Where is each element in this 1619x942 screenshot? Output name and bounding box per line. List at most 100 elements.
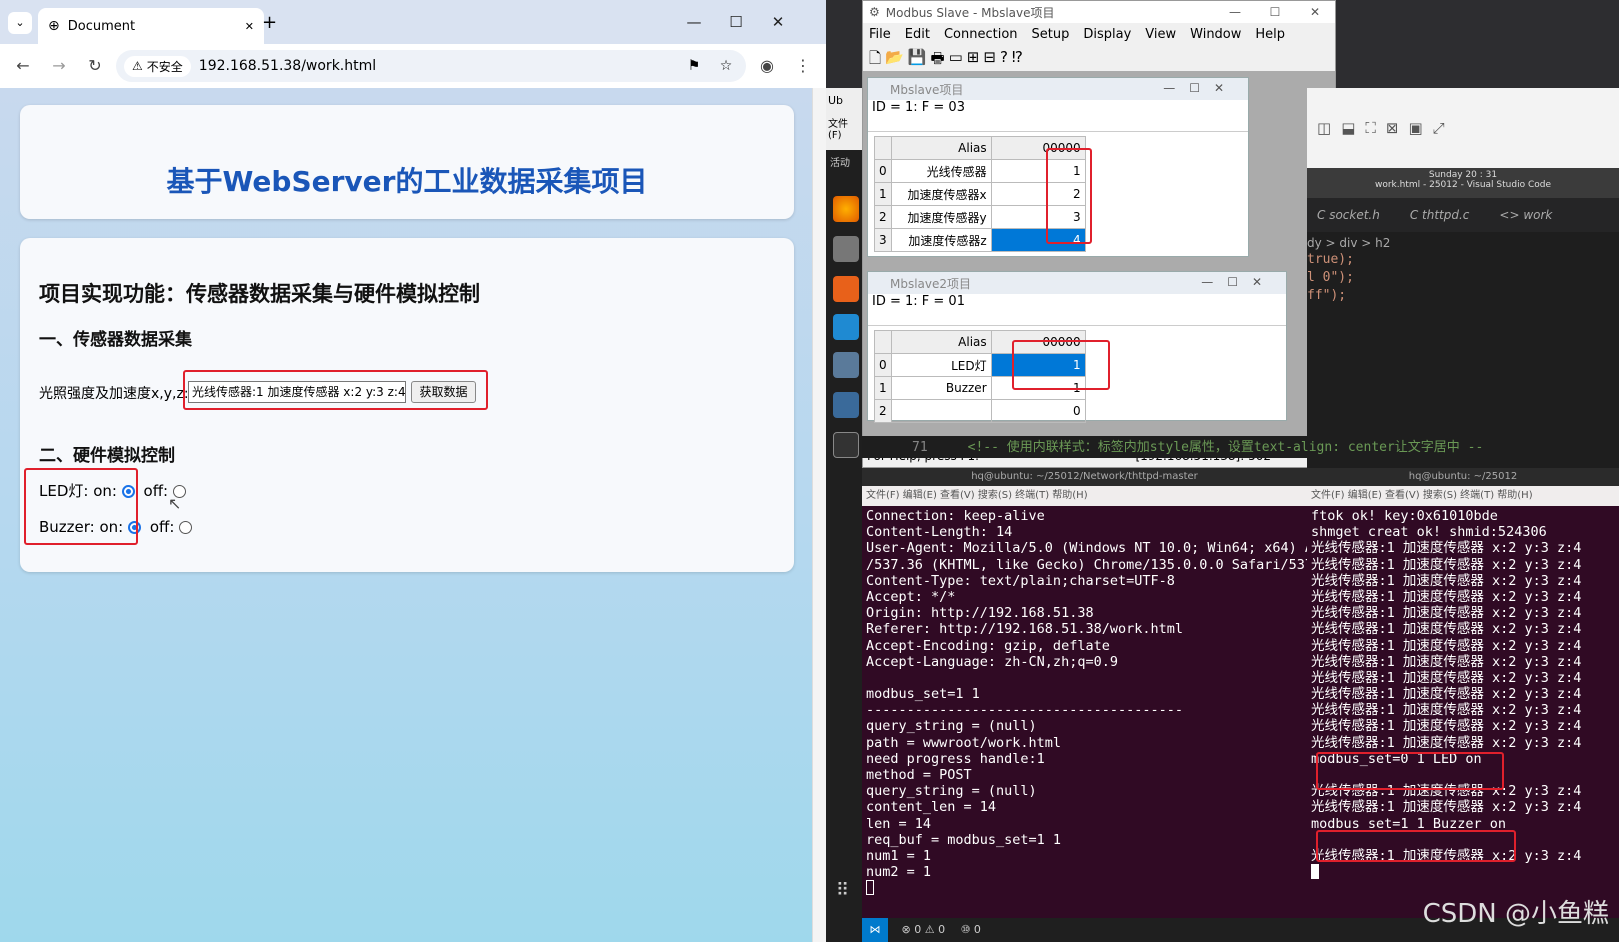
app-grid-icon[interactable]: ⠿ xyxy=(836,880,849,901)
row-alias[interactable]: 加速度传感器z xyxy=(890,228,992,252)
terminal-line: Accept-Language: zh-CN,zh;q=0.9 xyxy=(866,653,1118,670)
editor-tab[interactable]: <> work xyxy=(1499,208,1552,222)
print-icon[interactable]: 🖶 xyxy=(930,48,944,70)
open-folder-icon[interactable]: 📂 xyxy=(885,48,904,70)
activities-label[interactable]: 活动 xyxy=(826,150,862,173)
code-line: l 0"); xyxy=(1307,270,1354,285)
menu-item-setup[interactable]: Setup xyxy=(1032,27,1070,42)
child2-controls-icon[interactable]: —☐✕ xyxy=(1201,275,1276,289)
register-row[interactable]: 0 光线传感器 1 xyxy=(874,159,1086,183)
files-icon[interactable] xyxy=(833,236,859,262)
register-row[interactable]: 20 xyxy=(874,399,1086,423)
alias-header: Alias xyxy=(890,136,992,160)
menu-item-view[interactable]: View xyxy=(1145,27,1176,42)
context-help-icon[interactable]: ⁉ xyxy=(1012,48,1023,70)
row-value[interactable]: 1 xyxy=(990,353,1086,377)
terminal-line: --------------------------------------- xyxy=(866,702,1183,719)
new-file-icon[interactable]: 🗋 xyxy=(869,48,881,70)
row-value[interactable]: 1 xyxy=(990,159,1086,183)
tab-search-icon[interactable]: ⌄ xyxy=(8,12,32,34)
terminal-toggle-icon[interactable]: ▣ xyxy=(1408,119,1422,137)
register-row[interactable]: 3 加速度传感器z 4 xyxy=(874,228,1086,252)
row-value[interactable]: 3 xyxy=(990,205,1086,229)
layout-split-icon[interactable]: ⊠ xyxy=(1386,119,1399,137)
software-center-icon[interactable] xyxy=(833,276,859,302)
firefox-icon[interactable] xyxy=(833,196,859,222)
row-value[interactable]: 4 xyxy=(990,228,1086,252)
modbus-min-icon[interactable]: — xyxy=(1215,5,1255,19)
term2-menu[interactable]: 文件(F) 编辑(E) 查看(V) 搜索(S) 终端(T) 帮助(H) xyxy=(1307,486,1619,506)
address-bar[interactable]: ⚠ 不安全 192.168.51.38/work.html ⚑ ☆ xyxy=(116,50,746,82)
register-row[interactable]: 1 Buzzer 1 xyxy=(874,376,1086,400)
network-tool2-icon[interactable] xyxy=(833,392,859,418)
buzzer-off-radio[interactable] xyxy=(179,521,193,534)
ports-count[interactable]: ⑩ 0 xyxy=(961,923,981,936)
new-tab-button[interactable]: + xyxy=(262,12,277,33)
buzzer-on-radio[interactable] xyxy=(128,521,142,534)
vscode-icon[interactable] xyxy=(833,314,859,340)
modbus-max-icon[interactable]: ☐ xyxy=(1255,5,1295,19)
row-value[interactable]: 0 xyxy=(990,399,1086,423)
terminal-line: /537.36 (KHTML, like Gecko) Chrome/135.0… xyxy=(866,556,1307,573)
reload-icon[interactable]: ↻ xyxy=(80,51,110,81)
app-menu[interactable]: 文件(F) xyxy=(826,113,862,143)
disconnect-icon[interactable]: ⊟ xyxy=(983,48,996,70)
register-row[interactable]: 1 加速度传感器x 2 xyxy=(874,182,1086,206)
translate-icon[interactable]: ⚑ xyxy=(682,58,706,74)
menu-item-window[interactable]: Window xyxy=(1190,27,1241,42)
layout-fullscreen-icon[interactable]: ⛶ xyxy=(1365,119,1376,137)
bookmark-star-icon[interactable]: ☆ xyxy=(714,58,738,74)
save-icon[interactable]: 💾 xyxy=(908,48,927,70)
row-alias[interactable]: Buzzer xyxy=(890,376,992,400)
row-alias[interactable]: 光线传感器 xyxy=(890,159,992,183)
term1-menu[interactable]: 文件(F) 编辑(E) 查看(V) 搜索(S) 终端(T) 帮助(H) xyxy=(862,486,1307,506)
register-row[interactable]: 2 加速度传感器y 3 xyxy=(874,205,1086,229)
minimize-button[interactable]: — xyxy=(680,10,708,34)
menu-item-edit[interactable]: Edit xyxy=(905,27,930,42)
back-icon[interactable]: ← xyxy=(8,51,38,81)
scrollbar[interactable] xyxy=(812,88,826,942)
menu-item-connection[interactable]: Connection xyxy=(944,27,1018,42)
sensor-input[interactable]: 光线传感器:1 加速度传感器 x:2 y:3 z:4 xyxy=(188,381,406,403)
url-text[interactable]: 192.168.51.38/work.html xyxy=(199,58,674,74)
menu-item-help[interactable]: Help xyxy=(1255,27,1285,42)
expand-icon[interactable]: ⤢ xyxy=(1433,119,1445,137)
register-row[interactable]: 0 LED灯 1 xyxy=(874,353,1086,377)
modbus-window: ⚙ Modbus Slave - Mbslave项目 — ☐ ✕ File Edi… xyxy=(862,0,1336,468)
menu-item-file[interactable]: File xyxy=(869,27,891,42)
editor-tab[interactable]: C socket.h xyxy=(1317,208,1380,222)
child1-controls-icon[interactable]: —☐✕ xyxy=(1163,81,1238,95)
help-icon[interactable]: ? xyxy=(1000,48,1008,70)
forward-icon[interactable]: → xyxy=(44,51,74,81)
window-icon[interactable]: ▭ xyxy=(949,48,963,70)
menu-item-display[interactable]: Display xyxy=(1083,27,1131,42)
connect-icon[interactable]: ⊞ xyxy=(967,48,980,70)
fetch-data-button[interactable]: 获取数据 xyxy=(411,381,476,403)
problems-count[interactable]: ⊗ 0 ⚠ 0 xyxy=(902,923,946,936)
remote-icon[interactable]: ⋈ xyxy=(862,918,888,942)
row-alias[interactable]: 加速度传感器x xyxy=(890,182,992,206)
row-alias[interactable]: LED灯 xyxy=(890,353,992,377)
led-on-radio[interactable] xyxy=(121,485,135,498)
tab-close-icon[interactable]: ✕ xyxy=(245,20,254,33)
close-button[interactable]: ✕ xyxy=(764,10,792,34)
network-tool-icon[interactable] xyxy=(833,352,859,378)
row-alias[interactable] xyxy=(890,399,992,423)
menu-dots-icon[interactable]: ⋮ xyxy=(788,51,818,81)
editor-tab[interactable]: C thttpd.c xyxy=(1410,208,1470,222)
layout-panel-icon[interactable]: ⬓ xyxy=(1341,119,1355,137)
terminal-icon[interactable] xyxy=(833,432,859,458)
row-alias[interactable]: 加速度传感器y xyxy=(890,205,992,229)
row-value[interactable]: 1 xyxy=(990,376,1086,400)
security-chip[interactable]: ⚠ 不安全 xyxy=(124,55,191,77)
terminal-thttpd[interactable]: hq@ubuntu: ~/25012/Network/thttpd-master… xyxy=(862,468,1307,942)
maximize-button[interactable]: ☐ xyxy=(722,10,750,34)
browser-toolbar: ← → ↻ ⚠ 不安全 192.168.51.38/work.html ⚑ ☆ ◉… xyxy=(0,44,826,88)
row-value[interactable]: 2 xyxy=(990,182,1086,206)
modbus-close-icon[interactable]: ✕ xyxy=(1295,5,1335,19)
profile-icon[interactable]: ◉ xyxy=(752,51,782,81)
layout-sidebar-icon[interactable]: ◫ xyxy=(1317,119,1331,137)
terminal-sensor[interactable]: hq@ubuntu: ~/25012 文件(F) 编辑(E) 查看(V) 搜索(… xyxy=(1307,468,1619,942)
buzzer-off-label: off: xyxy=(149,518,175,536)
tab-document[interactable]: ⊕ Document ✕ xyxy=(38,8,264,44)
